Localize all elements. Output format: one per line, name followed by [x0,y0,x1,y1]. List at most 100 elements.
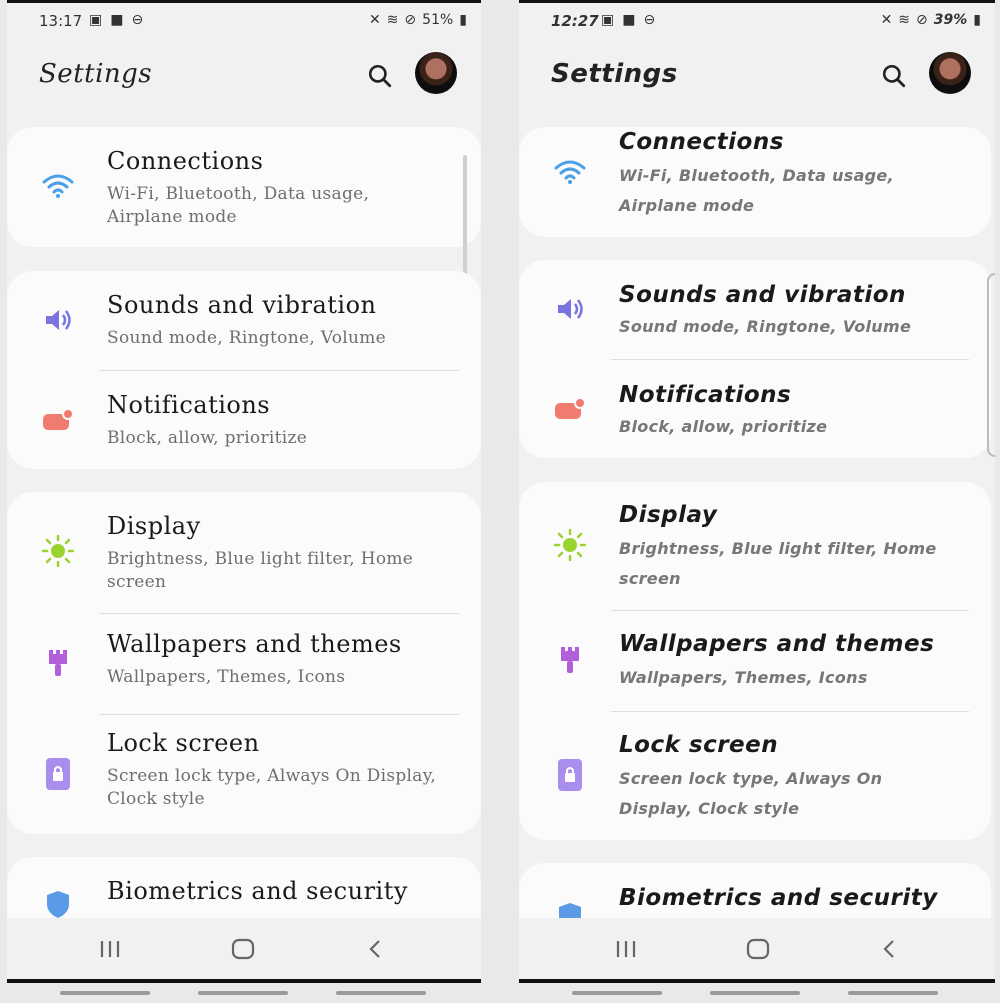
notification-icon [41,403,75,437]
settings-item-label: Display [619,502,718,528]
avatar[interactable] [415,52,457,94]
settings-item-label: Biometrics and security [619,885,938,911]
avatar[interactable] [929,52,971,94]
wifi-icon [41,169,75,203]
settings-item-label: Biometrics and security [107,877,408,905]
settings-item-display[interactable]: Display Brightness, Blue light filter, H… [519,482,991,610]
settings-item-lock-screen[interactable]: Lock screen Screen lock type, Always On … [519,712,991,840]
settings-item-description: Wallpapers, Themes, Icons [107,667,346,687]
battery-icon: ▮ [459,12,467,28]
bag-icon: ■ [622,12,636,28]
settings-item-connections[interactable]: Connections Wi-Fi, Bluetooth, Data usage… [519,127,991,237]
app-header: Settings [7,49,481,105]
brightness-icon [553,528,587,562]
wifi-icon [553,155,587,189]
battery-level: 51% [422,12,454,28]
search-icon[interactable] [881,63,907,89]
do-not-disturb-icon: ⊖ [643,12,656,28]
phone-screen-left: 13:17 ▣ ■ ⊖ ✕ ≋ ⊘ 51% ▮ Settings Connect… [7,0,481,983]
settings-item-label: Wallpapers and themes [619,631,935,657]
settings-item-notifications[interactable]: Notifications Block, allow, prioritize [519,360,991,458]
mute-icon: ✕ [368,12,381,28]
shield-icon [41,887,75,921]
gesture-hint-bar [60,991,150,995]
settings-item-lock-screen[interactable]: Lock screen Screen lock type, Always On … [7,715,481,834]
recent-apps-button[interactable] [611,936,641,962]
card-sounds-notifications: Sounds and vibration Sound mode, Rington… [519,260,991,458]
settings-item-description: Sound mode, Ringtone, Volume [619,317,912,336]
page-title: Settings [39,59,153,89]
card-connections: Connections Wi-Fi, Bluetooth, Data usage… [519,127,991,237]
search-icon[interactable] [367,63,393,89]
settings-item-label: Display [107,512,201,540]
gesture-hint-bar [336,991,426,995]
settings-item-description: Wi-Fi, Bluetooth, Data usage, Airplane m… [107,184,370,227]
status-bar: 13:17 ▣ ■ ⊖ ✕ ≋ ⊘ 51% ▮ [7,3,481,37]
gallery-icon: ▣ [89,12,103,28]
phone-screen-right: 12:27 ▣ ■ ⊖ ✕ ≋ ⊘ 39% ▮ Settings Connect… [519,0,995,983]
do-not-disturb-icon: ⊖ [131,12,144,28]
gesture-hint-bar [710,991,800,995]
back-button[interactable] [361,936,391,962]
edge-panel-handle[interactable] [987,273,995,457]
brightness-icon [41,534,75,568]
settings-item-notifications[interactable]: Notifications Block, allow, prioritize [7,371,481,469]
gesture-hint-bar [198,991,288,995]
paintbrush-icon [553,643,587,677]
card-sounds-notifications: Sounds and vibration Sound mode, Rington… [7,271,481,469]
wifi-status-icon: ≋ [386,12,399,28]
settings-item-label: Connections [107,147,264,175]
lock-icon [553,758,587,792]
settings-item-wallpapers[interactable]: Wallpapers and themes Wallpapers, Themes… [7,614,481,714]
battery-level: 39% [933,12,968,28]
bag-icon: ■ [110,12,124,28]
settings-item-label: Notifications [619,382,792,408]
card-display-group: Display Brightness, Blue light filter, H… [519,482,991,840]
app-header: Settings [519,49,995,105]
blocked-icon: ⊘ [916,12,928,28]
settings-item-label: Connections [619,129,784,155]
settings-item-sounds[interactable]: Sounds and vibration Sound mode, Rington… [519,260,991,358]
settings-item-label: Lock screen [619,732,779,758]
settings-item-description: Brightness, Blue light filter, Home scre… [107,549,414,592]
volume-icon [41,303,75,337]
back-button[interactable] [875,936,905,962]
mute-icon: ✕ [880,12,893,28]
frame-edge [519,979,995,983]
recent-apps-button[interactable] [95,936,125,962]
settings-item-description: Wi-Fi, Bluetooth, Data usage, Airplane m… [619,166,894,215]
settings-item-label: Lock screen [107,729,260,757]
settings-item-label: Sounds and vibration [619,282,906,308]
settings-item-label: Wallpapers and themes [107,630,402,658]
navigation-bar [519,918,995,980]
wifi-status-icon: ≋ [898,12,911,28]
settings-item-description: Screen lock type, Always On Display, Clo… [107,766,437,809]
home-button[interactable] [743,936,773,962]
frame-edge [7,979,481,983]
settings-item-sounds[interactable]: Sounds and vibration Sound mode, Rington… [7,271,481,369]
settings-item-description: Sound mode, Ringtone, Volume [107,328,387,348]
settings-item-description: Brightness, Blue light filter, Home scre… [619,539,937,588]
gesture-hint-bar [848,991,938,995]
settings-item-description: Screen lock type, Always On Display, Clo… [619,769,883,818]
lock-icon [41,757,75,791]
settings-item-connections[interactable]: Connections Wi-Fi, Bluetooth, Data usage… [7,127,481,247]
notification-icon [553,392,587,426]
card-connections: Connections Wi-Fi, Bluetooth, Data usage… [7,127,481,247]
settings-item-wallpapers[interactable]: Wallpapers and themes Wallpapers, Themes… [519,611,991,711]
settings-item-display[interactable]: Display Brightness, Blue light filter, H… [7,492,481,612]
battery-icon: ▮ [973,12,981,28]
settings-item-description: Block, allow, prioritize [619,417,828,436]
page-title: Settings [551,59,678,89]
home-button[interactable] [228,936,258,962]
settings-item-label: Notifications [107,391,271,419]
card-display-group: Display Brightness, Blue light filter, H… [7,492,481,834]
status-time: 12:27 [551,12,599,30]
gallery-icon: ▣ [601,12,615,28]
settings-item-description: Wallpapers, Themes, Icons [619,668,868,687]
gesture-hint-bar [572,991,662,995]
volume-icon [553,292,587,326]
paintbrush-icon [41,646,75,680]
blocked-icon: ⊘ [404,12,417,28]
status-bar: 12:27 ▣ ■ ⊖ ✕ ≋ ⊘ 39% ▮ [519,3,995,37]
